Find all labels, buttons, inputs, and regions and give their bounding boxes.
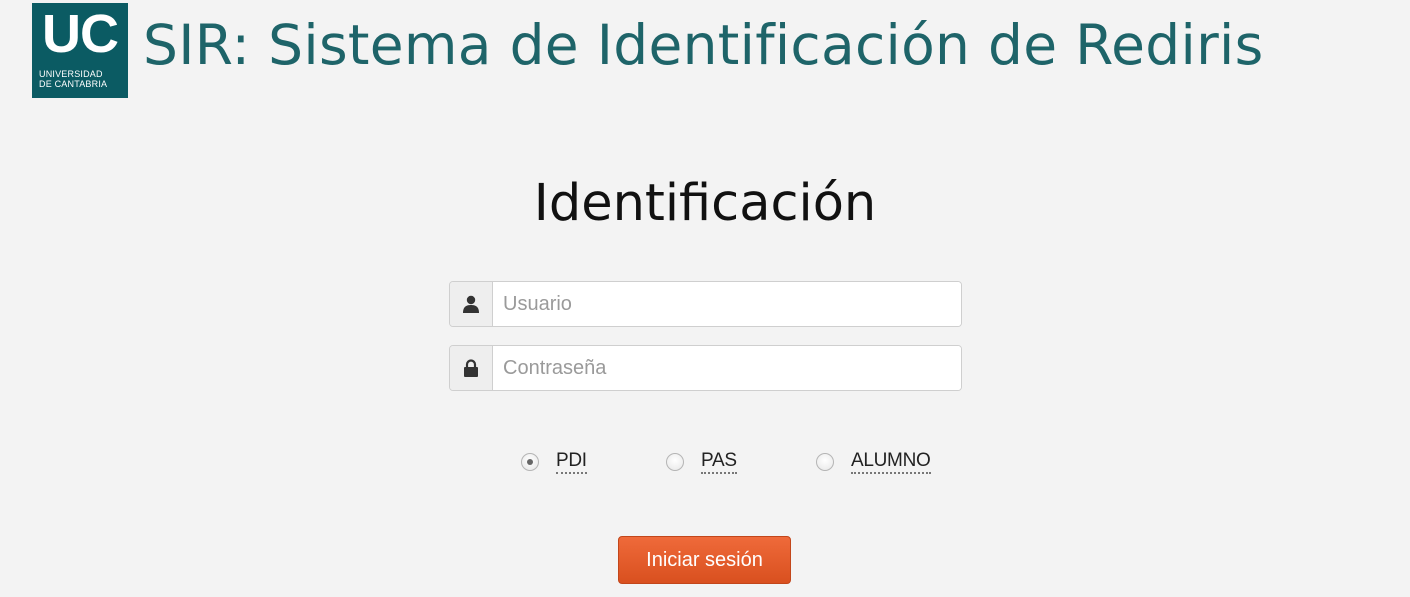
role-label-pdi: PDI [556,450,587,474]
role-label-alumno: ALUMNO [851,450,931,474]
radio-pas[interactable] [666,453,684,471]
university-logo: UC UNIVERSIDAD DE CANTABRIA [32,3,128,98]
radio-pdi[interactable] [521,453,539,471]
username-group [449,281,962,327]
role-option-pas[interactable]: PAS [666,447,737,477]
logo-mark: UC [42,4,119,64]
login-button[interactable]: Iniciar sesión [618,536,791,584]
site-title: SIR: Sistema de Identificación de Rediri… [143,13,1264,77]
role-selector: PDI PAS ALUMNO [0,447,1410,477]
role-option-alumno[interactable]: ALUMNO [816,447,931,477]
logo-line-2: DE CANTABRIA [39,79,108,89]
login-page: UC UNIVERSIDAD DE CANTABRIA SIR: Sistema… [0,0,1410,597]
user-icon [450,282,493,326]
radio-alumno[interactable] [816,453,834,471]
password-group [449,345,962,391]
logo-subtitle: UNIVERSIDAD DE CANTABRIA [39,69,125,89]
form-title: Identificación [533,174,877,233]
lock-icon [450,346,493,390]
role-option-pdi[interactable]: PDI [521,447,587,477]
password-input[interactable] [493,346,961,390]
role-label-pas: PAS [701,450,737,474]
username-input[interactable] [493,282,961,326]
logo-line-1: UNIVERSIDAD [39,69,103,79]
